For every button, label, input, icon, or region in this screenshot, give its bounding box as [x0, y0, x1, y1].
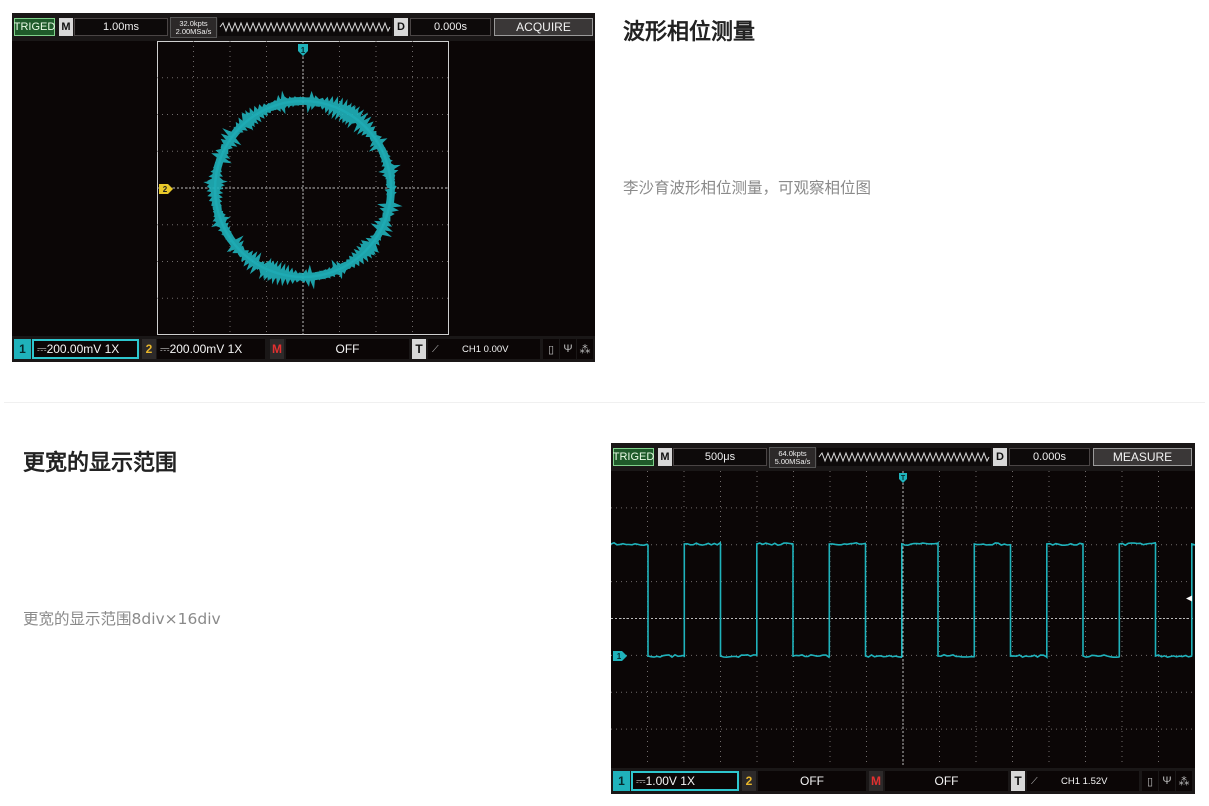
trigger-field: ⟋ CH1 1.52V	[1027, 771, 1139, 791]
menu-title-acquire: ACQUIRE	[494, 18, 593, 36]
graticule	[611, 471, 1195, 766]
trigger-marker-label: T	[901, 475, 906, 482]
usb-icon: Ψ	[560, 339, 576, 359]
mode-badge: M	[658, 448, 672, 466]
trig-status-badge: TRIGED	[14, 18, 55, 36]
scope-channel-bar: 1 ⎓200.00mV 1X 2 ⎓200.00mV 1X M OFF T ⟋ …	[12, 336, 595, 362]
zigzag-wave-icon	[218, 18, 392, 36]
section-divider	[4, 402, 1205, 403]
ch2-marker: 2	[159, 184, 173, 194]
ch1-setting: ⎓200.00mV 1X	[32, 339, 139, 359]
ch1-badge: 1	[14, 339, 31, 359]
ch1-badge: 1	[613, 771, 630, 791]
sample-rate: 5.00MSa/s	[775, 458, 811, 466]
math-badge: M	[869, 771, 883, 791]
section-heading-phase: 波形相位测量	[623, 14, 755, 46]
section-description-phase: 李沙育波形相位测量，可观察相位图	[623, 176, 871, 198]
yt-display-grid: 1T	[611, 471, 1195, 766]
rising-edge-icon: ⟋	[432, 344, 462, 355]
delay-field: 0.000s	[410, 18, 491, 36]
trigger-level: CH1 0.00V	[462, 344, 508, 355]
ch2-badge: 2	[142, 339, 156, 359]
trigger-badge: T	[412, 339, 426, 359]
math-state: OFF	[286, 339, 409, 359]
trigger-field: ⟋ CH1 0.00V	[428, 339, 540, 359]
section-description-range: 更宽的显示范围8div×16div	[23, 607, 221, 629]
ch2-setting: OFF	[758, 771, 866, 791]
trigger-badge: T	[1011, 771, 1025, 791]
network-icon: ⁂	[577, 339, 593, 359]
memory-sample-field: 64.0kpts 5.00MSa/s	[769, 447, 816, 468]
trig-status-badge: TRIGED	[613, 448, 654, 466]
scope-status-bar: TRIGED M 500μs 64.0kpts 5.00MSa/s D 0.00…	[611, 443, 1195, 471]
menu-title-measure: MEASURE	[1093, 448, 1192, 466]
ch2-badge: 2	[742, 771, 756, 791]
rising-edge-icon: ⟋	[1031, 776, 1061, 787]
scope-status-bar: TRIGED M 1.00ms 32.0kpts 2.00MSa/s D 0.0…	[12, 13, 595, 41]
ch1-marker-label: 1	[617, 652, 622, 661]
usb-icon: Ψ	[1159, 771, 1175, 791]
ch2-marker-label: 2	[163, 185, 168, 194]
section-heading-range: 更宽的显示范围	[23, 445, 177, 477]
lissajous-trace	[213, 98, 395, 280]
memory-sample-field: 32.0kpts 2.00MSa/s	[170, 17, 217, 38]
sample-rate: 2.00MSa/s	[176, 28, 212, 36]
ch1-setting: ⎓1.00V 1X	[631, 771, 739, 791]
math-state: OFF	[885, 771, 1008, 791]
usb-storage-icon: ▯	[543, 339, 559, 359]
mode-badge: M	[59, 18, 73, 36]
trigger-position-wave-icon	[817, 448, 991, 466]
timebase-field: 500μs	[673, 448, 767, 466]
delay-badge: D	[394, 18, 408, 36]
zigzag-wave-icon	[817, 448, 991, 466]
ch1-marker-label: 1	[301, 46, 306, 55]
scope-channel-bar: 1 ⎓1.00V 1X 2 OFF M OFF T ⟋ CH1 1.52V ▯ …	[611, 768, 1195, 794]
trigger-level: CH1 1.52V	[1061, 776, 1107, 787]
trigger-level-arrow-icon	[1186, 596, 1192, 602]
ch1-marker: 1	[298, 44, 308, 56]
oscilloscope-screenshot-square-wave: TRIGED M 500μs 64.0kpts 5.00MSa/s D 0.00…	[611, 443, 1195, 794]
xy-display-grid: 12	[157, 41, 449, 335]
timebase-field: 1.00ms	[74, 18, 168, 36]
ch1-marker: 1	[613, 651, 627, 661]
usb-storage-icon: ▯	[1142, 771, 1158, 791]
math-badge: M	[270, 339, 284, 359]
network-icon: ⁂	[1176, 771, 1192, 791]
trigger-position-wave-icon	[218, 18, 392, 36]
graticule	[157, 41, 449, 335]
oscilloscope-screenshot-xy: TRIGED M 1.00ms 32.0kpts 2.00MSa/s D 0.0…	[12, 13, 595, 362]
trigger-position-marker: T	[899, 473, 907, 483]
delay-field: 0.000s	[1009, 448, 1090, 466]
ch2-setting: ⎓200.00mV 1X	[157, 339, 265, 359]
delay-badge: D	[993, 448, 1007, 466]
